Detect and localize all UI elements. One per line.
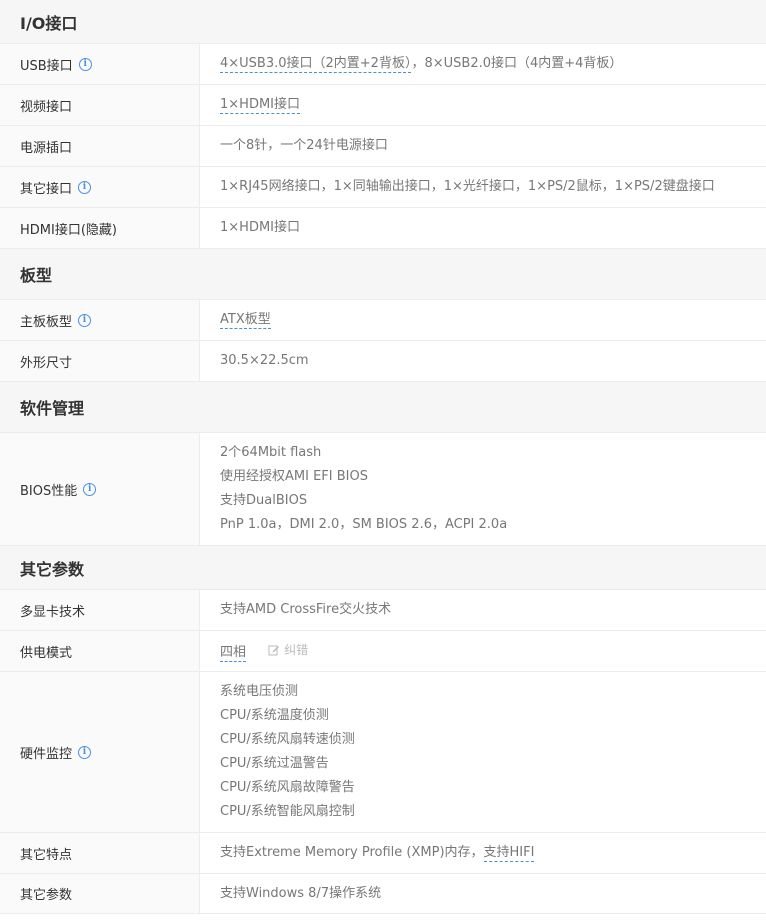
spec-value-line: 支持DualBIOS bbox=[220, 493, 308, 508]
section-title: I/O接口 bbox=[20, 13, 78, 33]
spec-label-text: 主板板型 bbox=[20, 314, 73, 330]
spec-link-phase[interactable]: 四相 bbox=[220, 644, 247, 662]
spec-label-text: 其它接口 bbox=[20, 181, 73, 197]
spec-row-video: 视频接口 1×HDMI接口 bbox=[0, 85, 766, 126]
spec-label-text: 其它参数 bbox=[20, 888, 73, 903]
spec-row-dimensions: 外形尺寸 30.5×22.5cm bbox=[0, 341, 766, 382]
spec-row-hw-monitor: 硬件监控 i 系统电压侦测 CPU/系统温度侦测 CPU/系统风扇转速侦测 CP… bbox=[0, 672, 766, 833]
spec-row-power: 电源插口 一个8针，一个24针电源接口 bbox=[0, 126, 766, 167]
spec-label-text: 其它特点 bbox=[20, 847, 73, 863]
spec-value: 4×USB3.0接口（2内置+2背板），8×USB2.0接口（4内置+4背板） bbox=[200, 44, 766, 84]
section-title: 其它参数 bbox=[20, 559, 85, 579]
spec-value-line: CPU/系统风扇故障警告 bbox=[220, 780, 355, 795]
spec-label: 其它特点 bbox=[0, 833, 200, 873]
spec-value-line: CPU/系统过温警告 bbox=[220, 756, 329, 771]
spec-value: 一个8针，一个24针电源接口 bbox=[200, 126, 766, 166]
spec-row-os: 其它参数 支持Windows 8/7操作系统 bbox=[0, 874, 766, 914]
spec-label: 其它接口 i bbox=[0, 167, 200, 207]
spec-label: 其它参数 bbox=[0, 874, 200, 913]
spec-value: 支持Windows 8/7操作系统 bbox=[200, 874, 766, 913]
spec-row-other-ports: 其它接口 i 1×RJ45网络接口，1×同轴输出接口，1×光纤接口，1×PS/2… bbox=[0, 167, 766, 208]
section-title: 板型 bbox=[20, 266, 53, 285]
spec-value: 支持AMD CrossFire交火技术 bbox=[200, 590, 766, 630]
info-icon[interactable]: i bbox=[78, 180, 92, 194]
spec-label: BIOS性能 i bbox=[0, 433, 200, 545]
spec-link-usb3[interactable]: 4×USB3.0接口（2内置+2背板） bbox=[220, 56, 412, 73]
spec-row-bios: BIOS性能 i 2个64Mbit flash 使用经授权AMI EFI BIO… bbox=[0, 433, 766, 546]
spec-row-features: 其它特点 支持Extreme Memory Profile (XMP)内存，支持… bbox=[0, 833, 766, 874]
edit-icon bbox=[268, 645, 280, 655]
spec-link-hdmi[interactable]: 1×HDMI接口 bbox=[220, 97, 300, 114]
spec-row-usb: USB接口 i 4×USB3.0接口（2内置+2背板），8×USB2.0接口（4… bbox=[0, 44, 766, 85]
spec-label: 外形尺寸 bbox=[0, 341, 200, 381]
spec-value-line: CPU/系统温度侦测 bbox=[220, 708, 329, 723]
section-board-header: 板型 bbox=[0, 249, 766, 300]
spec-label-text: 多显卡技术 bbox=[20, 604, 86, 620]
spec-value-text: 1×RJ45网络接口，1×同轴输出接口，1×光纤接口，1×PS/2鼠标，1×PS… bbox=[220, 179, 715, 194]
section-io-header: I/O接口 bbox=[0, 0, 766, 44]
spec-value: 支持Extreme Memory Profile (XMP)内存，支持HIFI bbox=[200, 833, 766, 873]
spec-value-line: 使用经授权AMI EFI BIOS bbox=[220, 469, 368, 484]
spec-value-line: 系统电压侦测 bbox=[220, 684, 299, 699]
spec-label: 视频接口 bbox=[0, 85, 200, 125]
spec-value-text: 支持Extreme Memory Profile (XMP)内存， bbox=[220, 845, 484, 860]
info-icon[interactable]: i bbox=[83, 482, 97, 496]
spec-label-text: 外形尺寸 bbox=[20, 355, 73, 371]
spec-value: 30.5×22.5cm bbox=[200, 341, 766, 381]
spec-value-text: ，8×USB2.0接口（4内置+4背板） bbox=[411, 56, 623, 71]
spec-value-line: PnP 1.0a，DMI 2.0，SM BIOS 2.6，ACPI 2.0a bbox=[220, 517, 508, 532]
spec-label-text: 电源插口 bbox=[20, 140, 73, 156]
spec-label: 多显卡技术 bbox=[0, 590, 200, 630]
spec-value: 2个64Mbit flash 使用经授权AMI EFI BIOS 支持DualB… bbox=[200, 433, 766, 545]
spec-value: 系统电压侦测 CPU/系统温度侦测 CPU/系统风扇转速侦测 CPU/系统过温警… bbox=[200, 672, 766, 832]
spec-label: 电源插口 bbox=[0, 126, 200, 166]
spec-value-text: 一个8针，一个24针电源接口 bbox=[220, 138, 388, 153]
info-icon[interactable]: i bbox=[78, 745, 92, 759]
spec-value-text: 支持AMD CrossFire交火技术 bbox=[220, 602, 392, 617]
spec-value-text: 1×HDMI接口 bbox=[220, 220, 300, 235]
spec-row-hdmi-hidden: HDMI接口(隐藏) 1×HDMI接口 bbox=[0, 208, 766, 249]
spec-label-text: 供电模式 bbox=[20, 645, 73, 661]
section-software-header: 软件管理 bbox=[0, 382, 766, 433]
spec-link-atx[interactable]: ATX板型 bbox=[220, 312, 271, 329]
spec-label: USB接口 i bbox=[0, 44, 200, 84]
spec-label-text: 硬件监控 bbox=[20, 746, 73, 762]
spec-value-text: 支持Windows 8/7操作系统 bbox=[220, 885, 382, 901]
section-other-header: 其它参数 bbox=[0, 546, 766, 590]
correct-label: 纠错 bbox=[284, 642, 309, 657]
spec-label-text: BIOS性能 bbox=[20, 483, 78, 499]
spec-value: 1×HDMI接口 bbox=[200, 85, 766, 125]
spec-label: HDMI接口(隐藏) bbox=[0, 208, 200, 248]
spec-table: I/O接口 USB接口 i 4×USB3.0接口（2内置+2背板），8×USB2… bbox=[0, 0, 766, 914]
spec-label: 硬件监控 i bbox=[0, 672, 200, 832]
spec-value-text: 30.5×22.5cm bbox=[220, 353, 309, 368]
spec-value: 四相 纠错 bbox=[200, 631, 766, 671]
spec-value-line: 2个64Mbit flash bbox=[220, 445, 322, 460]
spec-label: 主板板型 i bbox=[0, 300, 200, 340]
info-icon[interactable]: i bbox=[78, 313, 92, 327]
correct-button[interactable]: 纠错 bbox=[268, 638, 308, 662]
info-icon[interactable]: i bbox=[78, 57, 92, 71]
spec-label: 供电模式 bbox=[0, 631, 200, 671]
section-title: 软件管理 bbox=[20, 399, 85, 418]
spec-row-multi-gpu: 多显卡技术 支持AMD CrossFire交火技术 bbox=[0, 590, 766, 631]
spec-link-hifi[interactable]: 支持HIFI bbox=[483, 845, 535, 862]
spec-value-line: CPU/系统智能风扇控制 bbox=[220, 804, 355, 819]
spec-value: 1×RJ45网络接口，1×同轴输出接口，1×光纤接口，1×PS/2鼠标，1×PS… bbox=[200, 167, 766, 207]
spec-value: ATX板型 bbox=[200, 300, 766, 340]
spec-label-text: USB接口 bbox=[20, 58, 73, 74]
spec-value-line: CPU/系统风扇转速侦测 bbox=[220, 732, 355, 747]
spec-label-text: HDMI接口(隐藏) bbox=[20, 222, 117, 238]
spec-row-board-type: 主板板型 i ATX板型 bbox=[0, 300, 766, 341]
spec-value: 1×HDMI接口 bbox=[200, 208, 766, 248]
spec-label-text: 视频接口 bbox=[20, 99, 73, 115]
spec-row-power-phase: 供电模式 四相 纠错 bbox=[0, 631, 766, 672]
